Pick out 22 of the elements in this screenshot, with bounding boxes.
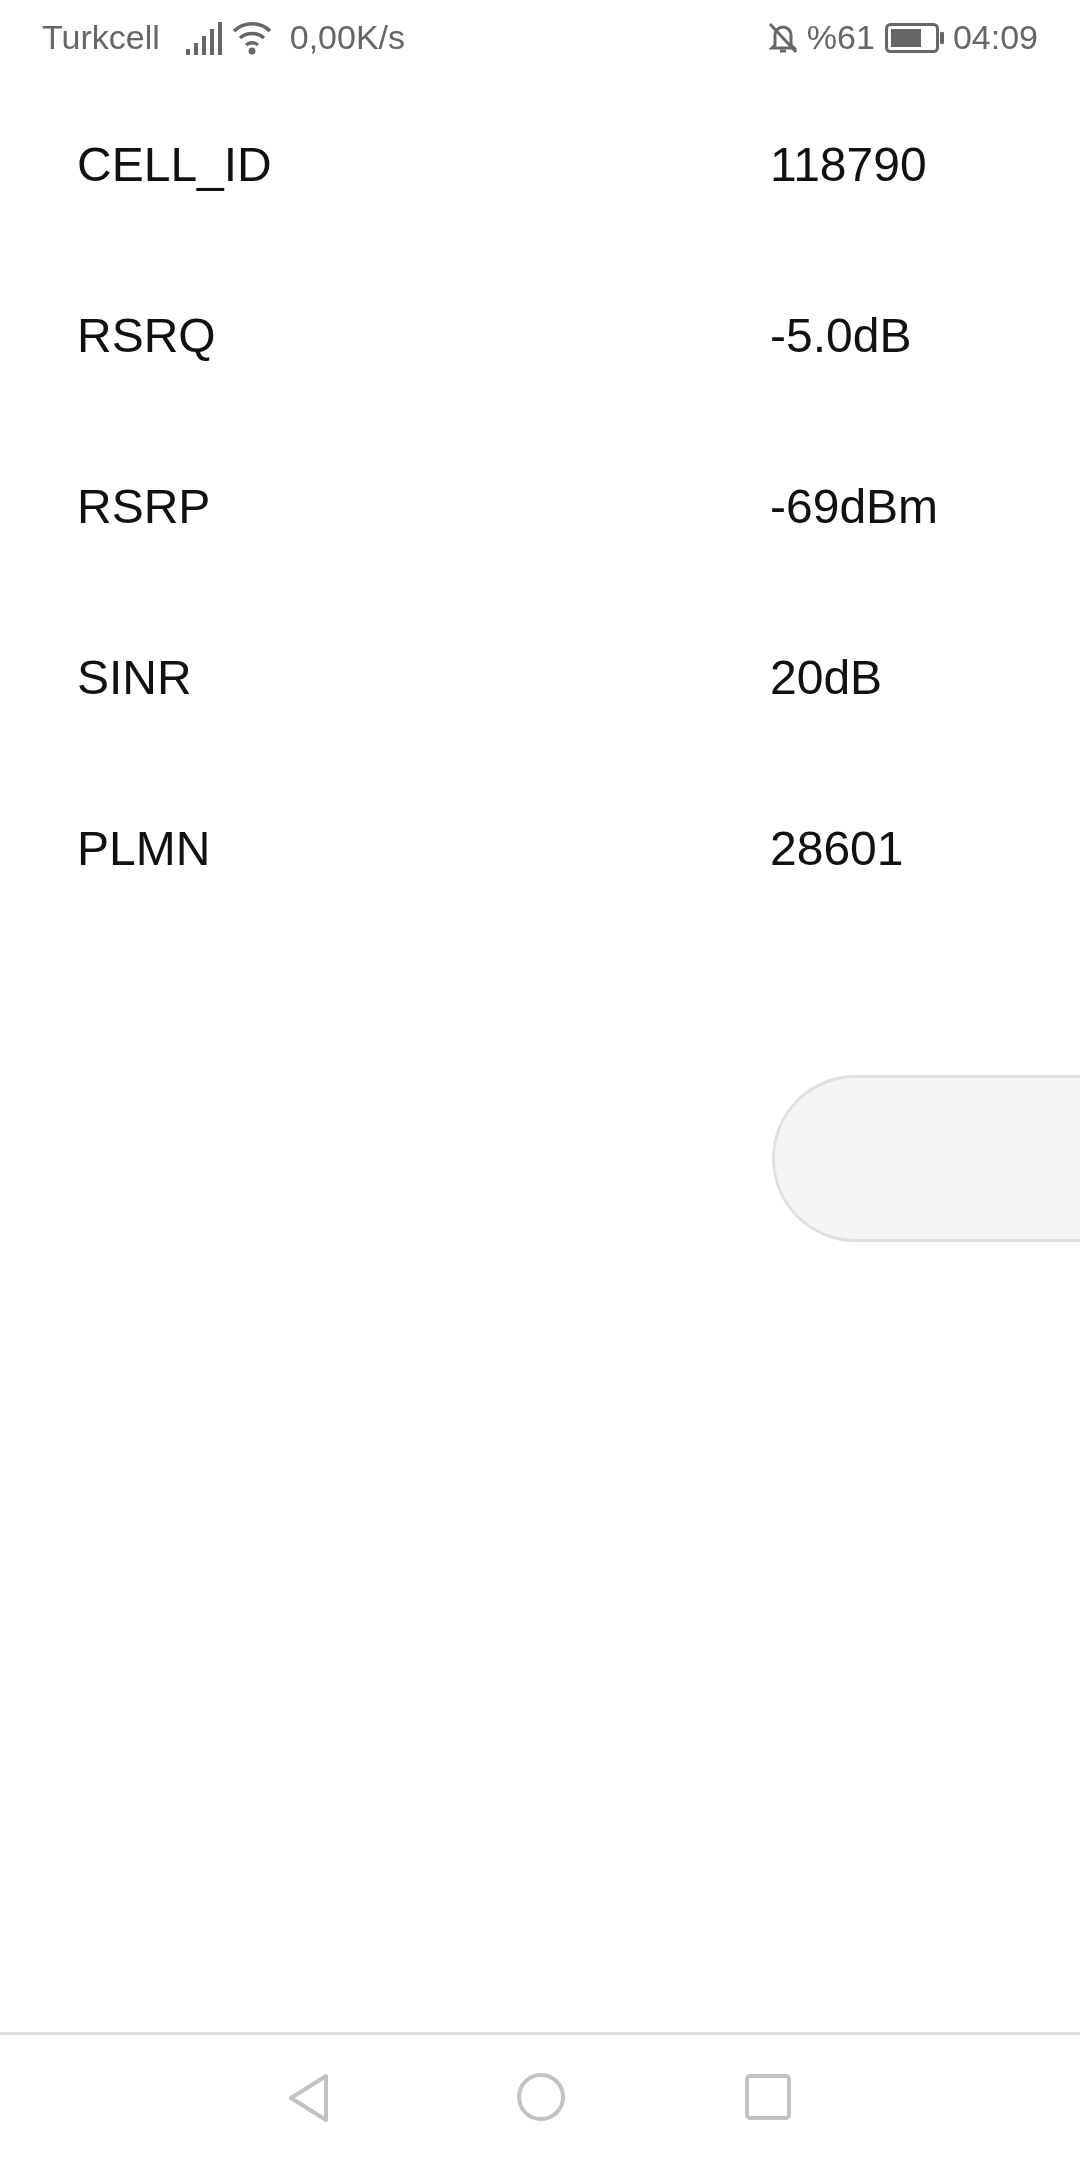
network-speed: 0,00K/s (289, 17, 406, 58)
home-icon[interactable] (516, 2072, 566, 2122)
battery-icon (884, 22, 945, 53)
battery-percent: %61 (806, 17, 875, 58)
field-label: SINR (77, 649, 193, 706)
field-value: 20dB (770, 649, 883, 706)
pill-button[interactable] (772, 1075, 1080, 1242)
carrier-name: Turkcell (42, 17, 160, 58)
clock-time: 04:09 (952, 17, 1038, 58)
field-label: RSRQ (77, 307, 217, 364)
field-value: -5.0dB (770, 307, 912, 364)
field-label: RSRP (77, 478, 212, 535)
field-label: PLMN (77, 820, 212, 877)
signal-icon (185, 20, 222, 55)
field-value: 28601 (770, 820, 904, 877)
back-icon[interactable] (288, 2073, 330, 2123)
wifi-icon (231, 20, 272, 55)
field-label: CELL_ID (77, 136, 273, 193)
recents-icon[interactable] (745, 2074, 791, 2120)
field-value: 118790 (770, 136, 927, 193)
field-value: -69dBm (770, 478, 939, 535)
muted-bell-icon (766, 20, 799, 55)
